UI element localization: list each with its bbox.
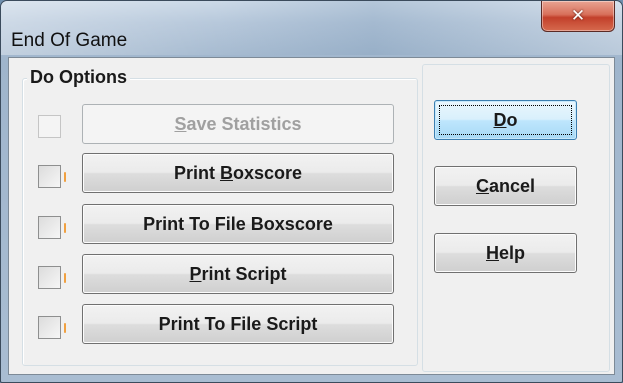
save-statistics-checkbox[interactable] [38, 115, 61, 138]
close-icon: ✕ [570, 6, 586, 26]
print-to-file-script-button[interactable]: Print To File Script [82, 304, 394, 344]
print-to-file-boxscore-label: Print To File Boxscore [143, 213, 333, 234]
print-script-label: Print Script [189, 263, 287, 284]
window-title: End Of Game [11, 30, 128, 51]
print-to-file-boxscore-checkbox[interactable] [38, 216, 61, 239]
print-boxscore-label: Print Boxscore [173, 162, 303, 183]
group-label: Do Options [27, 67, 130, 88]
checkbox-focus-mark [64, 223, 66, 233]
save-statistics-label: Save Statistics [174, 113, 302, 134]
checkbox-focus-mark [64, 323, 66, 333]
do-label: Do [493, 109, 518, 130]
save-statistics-button[interactable]: Save Statistics [82, 104, 394, 144]
cancel-label: Cancel [475, 175, 536, 196]
help-button[interactable]: Help [434, 233, 577, 273]
checkbox-focus-mark [64, 273, 66, 283]
print-script-checkbox[interactable] [38, 266, 61, 289]
help-label: Help [485, 242, 525, 263]
checkbox-focus-mark [64, 172, 66, 182]
print-to-file-script-label: Print To File Script [158, 313, 318, 334]
close-button[interactable]: ✕ [541, 1, 615, 32]
print-to-file-script-checkbox[interactable] [38, 316, 61, 339]
print-boxscore-button[interactable]: Print Boxscore [82, 153, 394, 193]
dialog-client-area: Do Options Save Statistics Print Boxscor… [8, 57, 615, 375]
dialog-window: End Of Game ✕ Do Options Save Statistics… [0, 0, 623, 383]
do-button[interactable]: Do [434, 100, 577, 140]
print-boxscore-checkbox[interactable] [38, 165, 61, 188]
print-script-button[interactable]: Print Script [82, 254, 394, 294]
cancel-button[interactable]: Cancel [434, 166, 577, 206]
print-to-file-boxscore-button[interactable]: Print To File Boxscore [82, 204, 394, 244]
